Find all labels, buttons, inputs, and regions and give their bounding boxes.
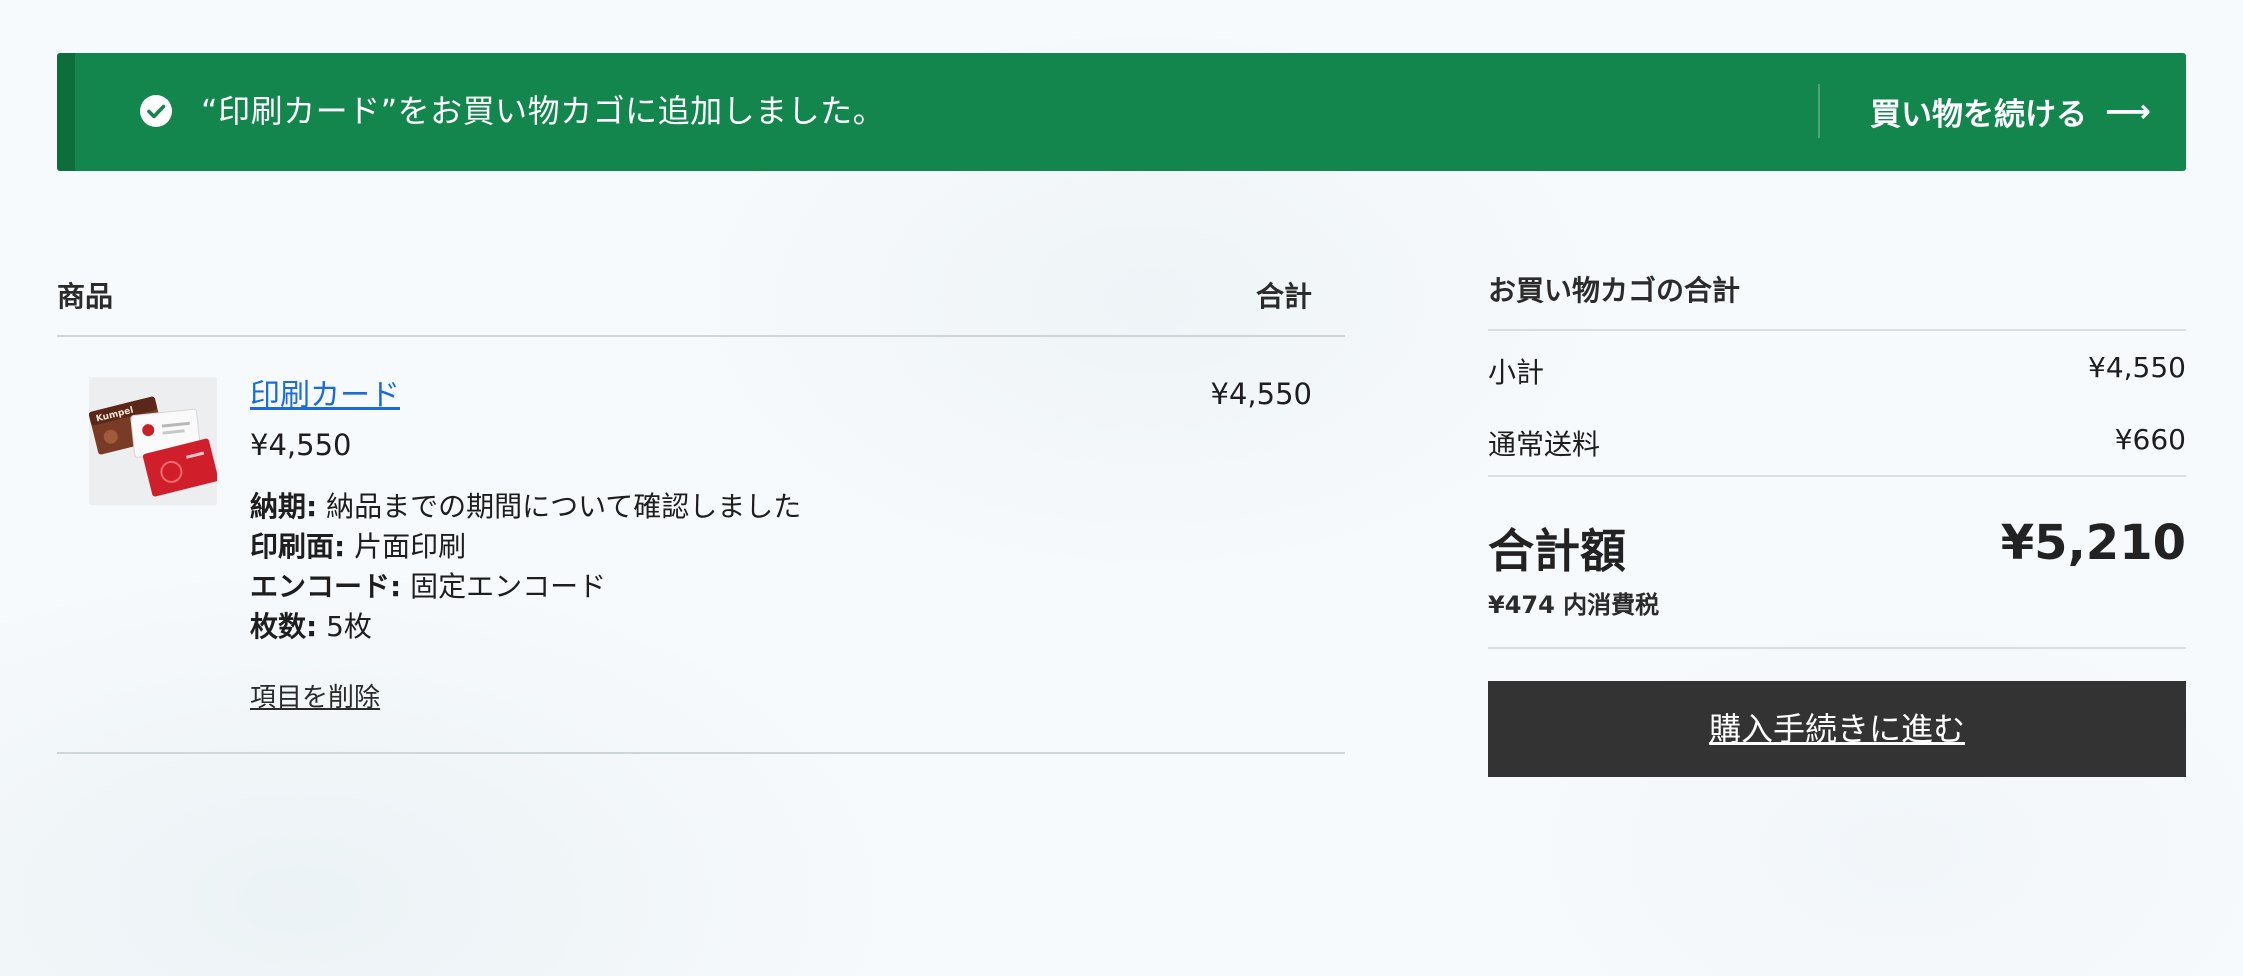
subtotal-value: ¥4,550 (2088, 351, 2186, 384)
option-key: 枚数: (250, 610, 318, 643)
added-to-cart-notice: “印刷カード”をお買い物カゴに追加しました。 買い物を続ける ⟶ (57, 53, 2186, 171)
option-value: 片面印刷 (354, 530, 467, 563)
notice-message: “印刷カード”をお買い物カゴに追加しました。 (201, 92, 886, 130)
proceed-to-checkout-button[interactable]: 購入手続きに進む (1488, 681, 2186, 777)
notice-divider (1818, 84, 1820, 138)
product-options: 納期: 納品までの期間について確認しました 印刷面: 片面印刷 エンコード: 固… (250, 487, 801, 647)
cart-totals-title: お買い物カゴの合計 (1488, 265, 2186, 331)
subtotal-label: 小計 (1488, 356, 1545, 389)
cart-table-header: 商品 合計 (57, 265, 1345, 337)
option-key: エンコード: (250, 570, 402, 603)
tax-note: ¥474 内消費税 (1488, 591, 1660, 619)
option-key: 納期: (250, 490, 318, 523)
option-delivery: 納期: 納品までの期間について確認しました (250, 487, 801, 527)
continue-shopping-label: 買い物を続ける (1870, 96, 2087, 133)
product-unit-price: ¥4,550 (250, 428, 352, 462)
shipping-row: 通常送料 ¥660 (1488, 403, 2186, 475)
option-value: 納品までの期間について確認しました (326, 490, 802, 523)
option-value: 5枚 (326, 610, 372, 643)
remove-item-link[interactable]: 項目を削除 (250, 677, 380, 714)
cart-item-row: Kumpel 印刷カード ¥4,550 納期: 納品までの期間について確認しまし… (57, 337, 1345, 754)
option-print-side: 印刷面: 片面印刷 (250, 527, 801, 567)
option-value: 固定エンコード (410, 570, 607, 603)
total-column-header: 合計 (1255, 280, 1312, 313)
shipping-label: 通常送料 (1488, 428, 1601, 461)
option-encode: エンコード: 固定エンコード (250, 567, 801, 607)
line-total: ¥4,550 (1210, 377, 1312, 411)
product-column-header: 商品 (57, 280, 114, 313)
grand-total-row: 合計額 ¥5,210 ¥474 内消費税 (1488, 477, 2186, 649)
check-circle-icon (140, 95, 172, 127)
grand-total-label: 合計額 (1488, 524, 1626, 578)
shipping-value: ¥660 (2114, 423, 2186, 456)
subtotal-row: 小計 ¥4,550 (1488, 331, 2186, 403)
grand-total-value: ¥5,210 (2000, 515, 2186, 571)
product-name-link[interactable]: 印刷カード (250, 370, 400, 414)
option-key: 印刷面: (250, 530, 346, 563)
option-quantity: 枚数: 5枚 (250, 607, 801, 647)
cart-table: 商品 合計 Kumpel 印刷カード ¥4,550 納期: 納品までの期間につい… (57, 265, 1345, 754)
product-thumbnail[interactable]: Kumpel (89, 377, 217, 505)
cart-totals: お買い物カゴの合計 小計 ¥4,550 通常送料 ¥660 合計額 ¥5,210… (1488, 265, 2186, 777)
arrow-right-icon: ⟶ (2105, 92, 2151, 130)
continue-shopping-link[interactable]: 買い物を続ける ⟶ (1870, 87, 2151, 135)
